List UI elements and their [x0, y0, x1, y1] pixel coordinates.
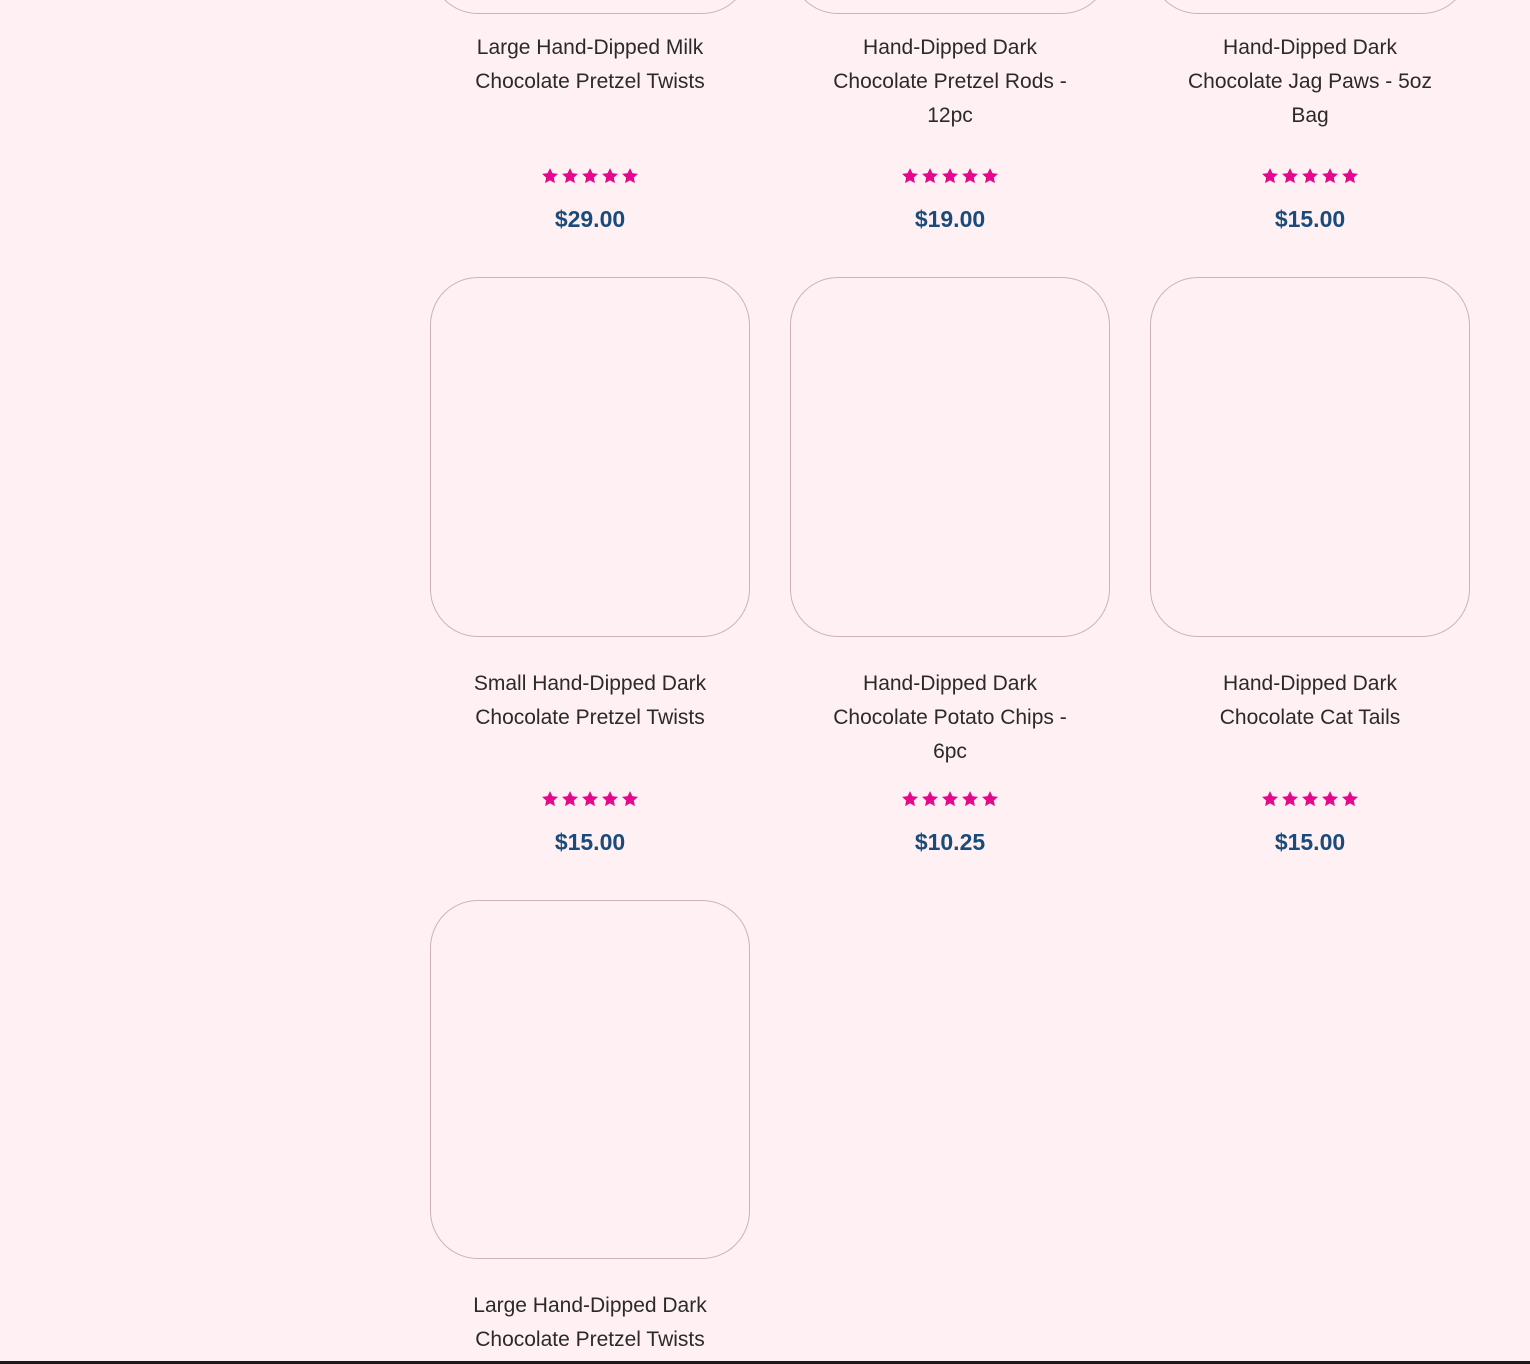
product-rating	[1150, 166, 1470, 186]
star-icon	[1302, 791, 1318, 807]
product-price: $19.00	[914, 206, 986, 232]
product-card[interactable]: Small Hand-Dipped Dark Chocolate Pretzel…	[430, 277, 750, 877]
star-icon	[1282, 791, 1298, 807]
product-image[interactable]	[790, 277, 1110, 637]
product-image[interactable]	[430, 900, 750, 1259]
product-grid-page: Large Hand-Dipped Milk Chocolate Pretzel…	[0, 0, 1530, 1364]
star-icon	[962, 791, 978, 807]
product-rating	[430, 789, 750, 809]
product-card[interactable]: Hand-Dipped Dark Chocolate Cat Tails $15…	[1150, 277, 1470, 877]
product-title[interactable]: Small Hand-Dipped Dark Chocolate Pretzel…	[454, 667, 726, 735]
product-image[interactable]	[790, 0, 1110, 14]
star-icon	[582, 791, 598, 807]
star-icon	[902, 168, 918, 184]
star-icon	[1322, 168, 1338, 184]
product-price: $15.00	[1274, 206, 1346, 232]
star-icon	[1322, 791, 1338, 807]
star-icon	[942, 168, 958, 184]
star-icon	[542, 168, 558, 184]
star-icon	[922, 791, 938, 807]
star-icon	[982, 168, 998, 184]
star-icon	[602, 791, 618, 807]
product-title[interactable]: Hand-Dipped Dark Chocolate Cat Tails	[1174, 667, 1446, 735]
star-icon	[1262, 791, 1278, 807]
star-icon	[562, 791, 578, 807]
product-image[interactable]	[1150, 0, 1470, 14]
star-icon	[622, 168, 638, 184]
star-icon	[1302, 168, 1318, 184]
star-icon	[582, 168, 598, 184]
star-icon	[602, 168, 618, 184]
star-icon	[1282, 168, 1298, 184]
star-icon	[562, 168, 578, 184]
product-card[interactable]: Hand-Dipped Dark Chocolate Pretzel Rods …	[790, 0, 1110, 254]
product-title[interactable]: Large Hand-Dipped Dark Chocolate Pretzel…	[454, 1289, 726, 1357]
product-price: $10.25	[914, 829, 986, 855]
star-icon	[942, 791, 958, 807]
product-title[interactable]: Large Hand-Dipped Milk Chocolate Pretzel…	[454, 31, 726, 99]
product-rating	[790, 789, 1110, 809]
star-icon	[902, 791, 918, 807]
product-card[interactable]: Large Hand-Dipped Milk Chocolate Pretzel…	[430, 0, 750, 254]
star-icon	[1262, 168, 1278, 184]
product-card[interactable]: Large Hand-Dipped Dark Chocolate Pretzel…	[430, 900, 750, 1364]
product-price: $29.00	[554, 206, 626, 232]
star-icon	[622, 791, 638, 807]
star-icon	[542, 791, 558, 807]
product-image[interactable]	[430, 0, 750, 14]
product-card[interactable]: Hand-Dipped Dark Chocolate Jag Paws - 5o…	[1150, 0, 1470, 254]
star-icon	[1342, 791, 1358, 807]
product-card[interactable]: Hand-Dipped Dark Chocolate Potato Chips …	[790, 277, 1110, 877]
product-price: $15.00	[1274, 829, 1346, 855]
product-rating	[430, 166, 750, 186]
product-image[interactable]	[430, 277, 750, 637]
star-icon	[962, 168, 978, 184]
product-title[interactable]: Hand-Dipped Dark Chocolate Pretzel Rods …	[814, 31, 1086, 133]
product-title[interactable]: Hand-Dipped Dark Chocolate Jag Paws - 5o…	[1174, 31, 1446, 133]
star-icon	[922, 168, 938, 184]
product-image[interactable]	[1150, 277, 1470, 637]
star-icon	[982, 791, 998, 807]
product-rating	[790, 166, 1110, 186]
product-price: $15.00	[554, 829, 626, 855]
product-rating	[1150, 789, 1470, 809]
product-title[interactable]: Hand-Dipped Dark Chocolate Potato Chips …	[814, 667, 1086, 769]
star-icon	[1342, 168, 1358, 184]
